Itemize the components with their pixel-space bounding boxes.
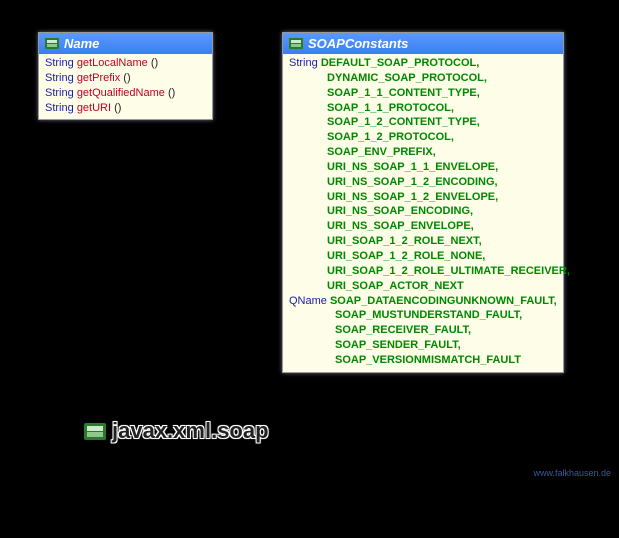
method-row: String getPrefix () (45, 71, 206, 86)
method-row: String getQualifiedName () (45, 86, 206, 101)
class-header-soapconstants: SOAPConstants (283, 33, 563, 54)
class-title: SOAPConstants (308, 36, 408, 51)
constant-name: URI_SOAP_1_2_ROLE_ULTIMATE_RECEIVER, (289, 264, 557, 279)
class-body-name: String getLocalName () String getPrefix … (39, 54, 212, 119)
interface-icon (289, 38, 303, 49)
method-sig: () (114, 102, 121, 114)
return-type: String (45, 102, 74, 114)
constant-name: SOAP_VERSIONMISMATCH_FAULT (289, 353, 557, 368)
package-name: javax.xml.soap (112, 418, 269, 444)
return-type: String (45, 72, 74, 84)
method-sig: () (123, 72, 130, 84)
constant-row: String DEFAULT_SOAP_PROTOCOL, (289, 56, 557, 71)
constant-name: URI_SOAP_1_2_ROLE_NONE, (289, 249, 557, 264)
package-label: javax.xml.soap (84, 418, 269, 444)
return-type: String (45, 87, 74, 99)
constant-name: URI_SOAP_1_2_ROLE_NEXT, (289, 234, 557, 249)
constant-name: URI_NS_SOAP_1_1_ENVELOPE, (289, 160, 557, 175)
constant-name: URI_NS_SOAP_1_2_ENVELOPE, (289, 190, 557, 205)
constant-row: QName SOAP_DATAENCODINGUNKNOWN_FAULT, (289, 294, 557, 309)
constant-name: URI_NS_SOAP_1_2_ENCODING, (289, 175, 557, 190)
method-name: getURI (77, 102, 111, 114)
method-row: String getURI () (45, 101, 206, 116)
method-name: getQualifiedName (77, 87, 165, 99)
constant-name: URI_NS_SOAP_ENVELOPE, (289, 219, 557, 234)
method-name: getPrefix (77, 72, 120, 84)
method-sig: () (151, 57, 158, 69)
constant-name: SOAP_SENDER_FAULT, (289, 338, 557, 353)
class-box-soapconstants: SOAPConstants String DEFAULT_SOAP_PROTOC… (282, 32, 564, 373)
method-sig: () (168, 87, 175, 99)
constant-name: SOAP_1_1_CONTENT_TYPE, (289, 86, 557, 101)
constant-name: SOAP_1_2_CONTENT_TYPE, (289, 115, 557, 130)
constant-name: URI_NS_SOAP_ENCODING, (289, 204, 557, 219)
constant-name: DEFAULT_SOAP_PROTOCOL, (321, 57, 480, 69)
field-type: String (289, 57, 318, 69)
class-header-name: Name (39, 33, 212, 54)
return-type: String (45, 57, 74, 69)
constant-name: SOAP_MUSTUNDERSTAND_FAULT, (289, 308, 557, 323)
constant-name: DYNAMIC_SOAP_PROTOCOL, (289, 71, 557, 86)
method-name: getLocalName (77, 57, 148, 69)
method-row: String getLocalName () (45, 56, 206, 71)
class-body-soapconstants: String DEFAULT_SOAP_PROTOCOL, DYNAMIC_SO… (283, 54, 563, 372)
interface-icon (45, 38, 59, 49)
class-box-name: Name String getLocalName () String getPr… (38, 32, 213, 120)
field-type: QName (289, 295, 327, 307)
package-icon (84, 423, 106, 440)
constant-name: URI_SOAP_ACTOR_NEXT (289, 279, 557, 294)
watermark: www.falkhausen.de (533, 468, 611, 478)
constant-name: SOAP_DATAENCODINGUNKNOWN_FAULT, (330, 295, 557, 307)
constant-name: SOAP_1_2_PROTOCOL, SOAP_ENV_PREFIX, (289, 130, 557, 160)
constant-name: SOAP_RECEIVER_FAULT, (289, 323, 557, 338)
constant-name: SOAP_1_1_PROTOCOL, (289, 101, 557, 116)
class-title: Name (64, 36, 99, 51)
